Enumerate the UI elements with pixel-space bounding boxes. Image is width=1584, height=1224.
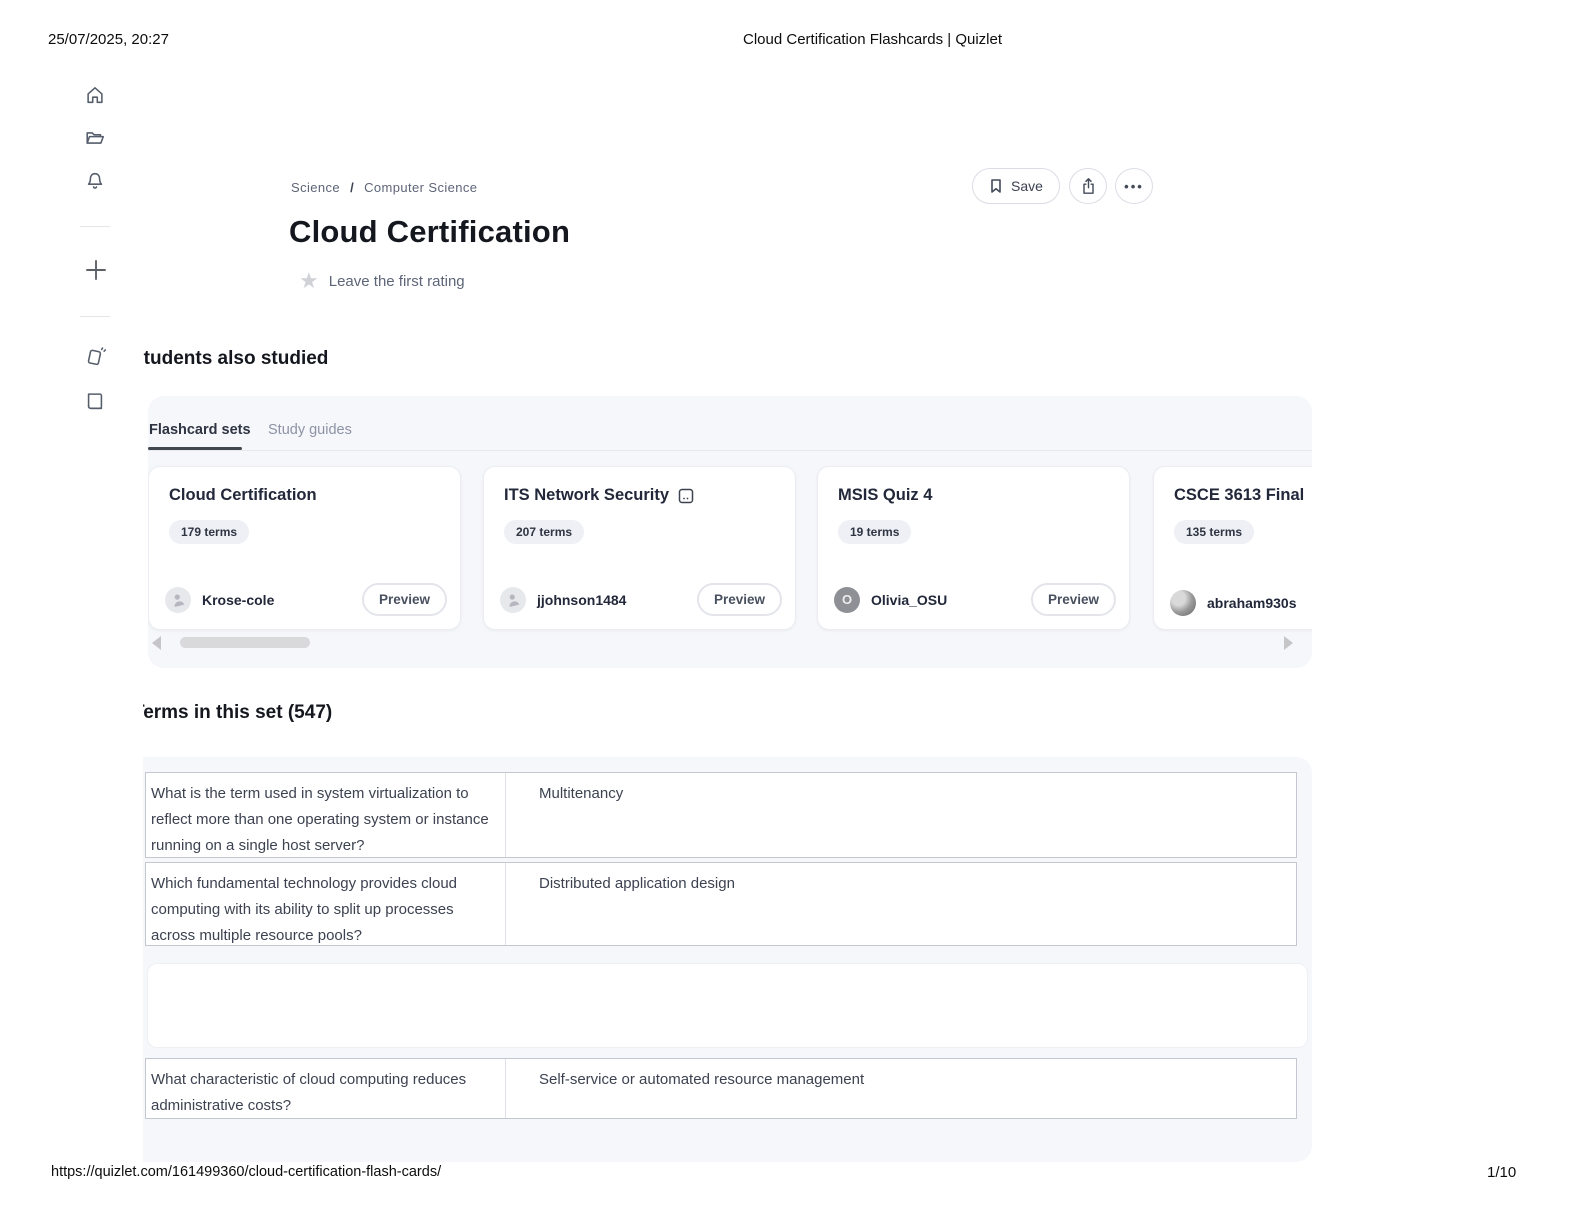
home-icon[interactable] (84, 84, 108, 108)
person-icon (168, 590, 187, 609)
page-title: Cloud Certification (289, 214, 570, 250)
avatar (1170, 590, 1196, 616)
avatar: O (834, 587, 860, 613)
terms-count-badge: 135 terms (1174, 520, 1254, 544)
term-question: What characteristic of cloud computing r… (146, 1059, 506, 1118)
star-icon: ★ (299, 270, 319, 292)
carousel-right-arrow[interactable] (1284, 636, 1293, 650)
preview-button[interactable]: Preview (697, 583, 782, 616)
carousel-left-arrow[interactable] (152, 636, 161, 650)
active-tab-underline (148, 447, 242, 450)
term-row: Which fundamental technology provides cl… (145, 862, 1297, 946)
printed-quizlet-page: 25/07/2025, 20:27 Cloud Certification Fl… (0, 0, 1584, 1224)
set-card-title: CSCE 3613 Final (1174, 486, 1312, 505)
set-card-title: MSIS Quiz 4 (838, 486, 1109, 505)
term-answer: Distributed application design (506, 863, 1296, 945)
share-icon (1080, 177, 1097, 195)
flashcards-icon[interactable] (84, 346, 108, 370)
set-card-title: ITS Network Security (504, 486, 775, 505)
username[interactable]: Krose-cole (202, 592, 274, 608)
set-card[interactable]: ITS Network Security 207 terms jjohnson1… (483, 466, 796, 630)
set-card[interactable]: CSCE 3613 Final 135 terms abraham930s (1153, 466, 1312, 630)
term-question: Which fundamental technology provides cl… (146, 863, 506, 945)
preview-button[interactable]: Preview (1031, 583, 1116, 616)
term-row: What characteristic of cloud computing r… (145, 1058, 1297, 1119)
more-icon: ••• (1124, 179, 1144, 194)
term-question: What is the term used in system virtuali… (146, 773, 506, 857)
carousel-scrollbar-thumb[interactable] (180, 637, 310, 648)
username[interactable]: abraham930s (1207, 595, 1297, 611)
save-button[interactable]: Save (972, 168, 1060, 204)
set-card-title: Cloud Certification (169, 486, 440, 505)
breadcrumb-separator: / (350, 180, 354, 195)
ad-placeholder (147, 963, 1308, 1048)
terms-count-badge: 179 terms (169, 520, 249, 544)
breadcrumb-computer-science[interactable]: Computer Science (364, 180, 477, 195)
term-answer: Multitenancy (506, 773, 1296, 857)
terms-count-badge: 207 terms (504, 520, 584, 544)
tab-study-guides[interactable]: Study guides (268, 422, 352, 438)
term-answer: Self-service or automated resource manag… (506, 1059, 1296, 1118)
also-studied-panel: Flashcard sets Study guides Cloud Certif… (148, 396, 1312, 668)
rail-divider (80, 226, 110, 227)
plus-icon[interactable] (82, 256, 110, 284)
avatar (500, 587, 526, 613)
set-card[interactable]: MSIS Quiz 4 19 terms O Olivia_OSU Previe… (817, 466, 1130, 630)
tab-flashcard-sets[interactable]: Flashcard sets (149, 422, 251, 438)
username[interactable]: Olivia_OSU (871, 592, 947, 608)
main-column: Science / Computer Science Cloud Certifi… (143, 0, 1584, 1224)
set-card[interactable]: Cloud Certification 179 terms Krose-cole… (148, 466, 461, 630)
breadcrumb-science[interactable]: Science (291, 180, 340, 195)
terms-count-badge: 19 terms (838, 520, 911, 544)
breadcrumb: Science / Computer Science (291, 180, 477, 195)
also-studied-heading: Students also studied (143, 348, 328, 370)
rating-label: Leave the first rating (329, 273, 465, 290)
avatar (165, 587, 191, 613)
book-icon[interactable] (84, 390, 108, 414)
bell-icon[interactable] (84, 170, 108, 194)
rail-divider (80, 316, 110, 317)
more-button[interactable]: ••• (1115, 168, 1153, 204)
person-icon (503, 590, 522, 609)
folder-icon[interactable] (84, 127, 108, 151)
share-button[interactable] (1069, 168, 1107, 204)
rating-row[interactable]: ★ Leave the first rating (299, 270, 465, 292)
preview-button[interactable]: Preview (362, 583, 447, 616)
tabs-divider (148, 450, 1312, 451)
bookmark-icon (989, 178, 1003, 194)
image-icon (678, 488, 694, 504)
save-button-label: Save (1011, 178, 1043, 194)
term-row: What is the term used in system virtuali… (145, 772, 1297, 858)
terms-heading: Terms in this set (547) (143, 702, 332, 724)
username[interactable]: jjohnson1484 (537, 592, 626, 608)
